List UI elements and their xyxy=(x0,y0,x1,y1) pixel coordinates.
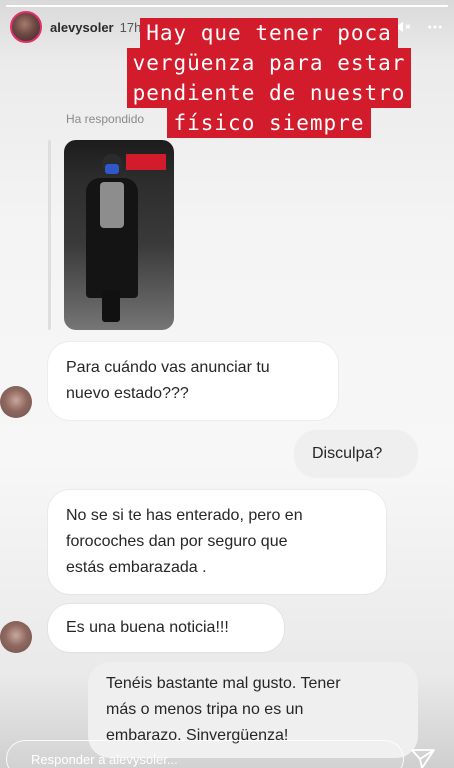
avatar[interactable] xyxy=(10,11,42,43)
message-text-line: más o menos tripa no es un xyxy=(106,701,304,718)
reply-input[interactable]: Responder a alevysoler... xyxy=(6,740,404,768)
message-text-line: nuevo estado??? xyxy=(66,385,189,402)
reply-indicator-bar xyxy=(48,140,51,330)
caption-line: vergüenza para estar xyxy=(126,48,412,78)
replied-story-thumbnail[interactable] xyxy=(64,140,174,330)
replied-label: Ha respondido xyxy=(66,112,145,126)
story-progress-fill xyxy=(6,5,448,7)
caption-line: físico siempre xyxy=(167,108,371,138)
message-bubble-received: No se si te has enterado, pero en foroco… xyxy=(48,490,386,594)
thumbnail-mask xyxy=(105,164,119,174)
sender-avatar[interactable] xyxy=(0,386,32,418)
message-bubble-received: Es una buena noticia!!! xyxy=(48,604,284,652)
thumbnail-caption-sticker xyxy=(126,154,166,170)
message-text-line: Para cuándo vas anunciar tu xyxy=(66,359,270,376)
message-text-line: forocoches dan por seguro que xyxy=(66,533,288,550)
send-icon[interactable] xyxy=(410,748,436,768)
reply-placeholder: Responder a alevysoler... xyxy=(31,751,178,767)
message-text-line: estás embarazada . xyxy=(66,559,207,576)
message-text-line: Es una buena noticia!!! xyxy=(66,619,229,636)
message-bubble-sent: Disculpa? xyxy=(294,430,418,478)
message-text-line: No se si te has enterado, pero en xyxy=(66,507,303,524)
message-text-line: Tenéis bastante mal gusto. Tener xyxy=(106,675,341,692)
thumbnail-figure-legs xyxy=(102,290,120,322)
story-caption: Hay que tener poca vergüenza para estar … xyxy=(92,18,446,138)
story-progress-bar xyxy=(6,5,448,7)
caption-line: pendiente de nuestro xyxy=(126,78,412,108)
message-text-line: Disculpa? xyxy=(312,445,383,462)
message-bubble-received: Para cuándo vas anunciar tu nuevo estado… xyxy=(48,342,338,420)
caption-line: Hay que tener poca xyxy=(140,18,398,48)
thumbnail-figure-sweater xyxy=(100,182,124,228)
sender-avatar[interactable] xyxy=(0,621,32,653)
